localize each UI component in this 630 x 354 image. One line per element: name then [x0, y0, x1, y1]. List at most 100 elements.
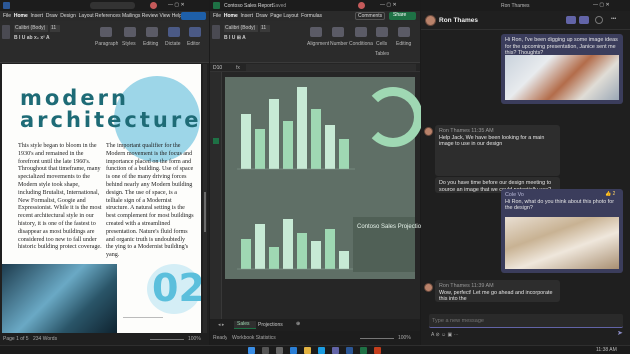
- document-page[interactable]: modern architecture This style began to …: [2, 64, 201, 333]
- chart-bar: [241, 114, 251, 169]
- styles-icon[interactable]: [124, 27, 136, 37]
- editor-icon[interactable]: [189, 27, 201, 37]
- ribbon-label-editor: Editor: [187, 41, 201, 47]
- window-controls[interactable]: — ▢ ✕: [593, 2, 610, 8]
- teams-icon[interactable]: [332, 347, 339, 354]
- profile-avatar[interactable]: [150, 2, 157, 9]
- excel-titlebar: Contoso Sales Report Saved — ▢ ✕: [210, 0, 420, 11]
- message-incoming-group[interactable]: Ron Thames 11:35 AM Help Jack, We have b…: [435, 125, 560, 176]
- font-size-select[interactable]: 11: [50, 25, 60, 32]
- editing-icon[interactable]: [398, 27, 410, 37]
- search-box[interactable]: [90, 2, 135, 9]
- selected-row-indicator: [213, 138, 219, 144]
- window-controls[interactable]: — ▢ ✕: [168, 2, 185, 8]
- widgets-icon[interactable]: [290, 347, 297, 354]
- clock: 11:38 AM: [596, 347, 617, 353]
- sheet-tab-sales[interactable]: Sales: [234, 321, 256, 329]
- chart-bar: [297, 87, 307, 169]
- ribbon-label-conditional: Conditional Formatting: [349, 41, 373, 47]
- spreadsheet-grid[interactable]: Contoso Sales Projections: [210, 72, 427, 319]
- screen: — ▢ ✕ File Home Insert Draw Design Layou…: [0, 0, 630, 354]
- more-options-icon[interactable]: •••: [611, 16, 616, 22]
- message-text: Hi Ron, I've been digging up some image …: [505, 37, 618, 57]
- search-icon[interactable]: [262, 347, 269, 354]
- chart-bar: [269, 247, 279, 269]
- compose-box[interactable]: [429, 314, 623, 328]
- send-icon[interactable]: ➤: [617, 331, 623, 337]
- heading-line-1: modern: [20, 86, 129, 110]
- paragraph-icon[interactable]: [100, 27, 112, 37]
- paste-icon[interactable]: [212, 25, 220, 39]
- conditional-formatting-icon[interactable]: [355, 27, 367, 37]
- chart-bar: [269, 99, 279, 169]
- word-scroll-thumb[interactable]: [204, 192, 206, 232]
- cells-icon[interactable]: [376, 27, 388, 37]
- reaction-badge[interactable]: 👍 2: [605, 191, 615, 197]
- powerpoint-icon[interactable]: [374, 347, 381, 354]
- name-box[interactable]: D10: [213, 65, 222, 71]
- heading-line-2: architecture: [20, 108, 201, 132]
- start-icon[interactable]: [248, 347, 255, 354]
- contact-name: Ron Thames: [439, 17, 479, 24]
- status-ready: Ready: [213, 335, 228, 341]
- message-incoming-3[interactable]: Ron Thames 11:39 AM Wow, perfect! Let me…: [435, 280, 560, 302]
- tab-list[interactable]: File Home Insert Draw Page Layout Formul…: [213, 13, 322, 19]
- word-ribbon: Calibri (Body) 11 B I U ab x₂ x² A Parag…: [0, 21, 209, 63]
- font-name-select[interactable]: Calibri (Body): [14, 25, 48, 32]
- paste-icon[interactable]: [2, 25, 10, 39]
- zoom-level: 100%: [398, 335, 411, 341]
- formula-input[interactable]: [246, 64, 416, 71]
- video-call-icon[interactable]: [566, 16, 576, 24]
- comments-button[interactable]: Comments: [355, 12, 385, 20]
- compose-toolbar[interactable]: A ⊘ ☺ ▣ ⋯: [431, 332, 459, 338]
- zoom-slider[interactable]: [150, 339, 184, 340]
- file-explorer-icon[interactable]: [304, 347, 311, 354]
- excel-ribbon: Calibri (Body) 11 B I U ⊞ A Alignment Nu…: [210, 21, 420, 63]
- add-people-icon[interactable]: [595, 16, 603, 24]
- excel-icon[interactable]: [360, 347, 367, 354]
- font-size-select[interactable]: 11: [260, 25, 270, 32]
- share-button[interactable]: [181, 12, 206, 20]
- caption-lines: [123, 317, 163, 329]
- sheet-nav-arrows[interactable]: ◂ ▸: [218, 322, 224, 328]
- zoom-slider[interactable]: [360, 338, 394, 339]
- status-stats: Workbook Statistics: [232, 335, 276, 341]
- word-icon[interactable]: [346, 347, 353, 354]
- dashboard-chart-area[interactable]: Contoso Sales Projections: [225, 77, 427, 279]
- model-photo[interactable]: [505, 217, 619, 269]
- word-statusbar: Page 1 of 5 234 Words 100%: [0, 333, 209, 345]
- format-buttons[interactable]: B I U ⊞ A: [224, 35, 246, 41]
- chart-bar: [325, 229, 335, 269]
- word-scrollbar[interactable]: [203, 64, 207, 333]
- message-text: Hi Ron, what do you think about this pho…: [505, 198, 615, 212]
- compose-input[interactable]: [432, 316, 582, 325]
- audio-call-icon[interactable]: [579, 16, 589, 24]
- building-photo[interactable]: [505, 55, 619, 100]
- fx-icon[interactable]: fx: [236, 65, 240, 71]
- message-outgoing-2[interactable]: Cole Vo Hi Ron, what do you think about …: [501, 189, 623, 273]
- sheet-tab-projections[interactable]: Projections: [258, 322, 283, 328]
- message-outgoing-1[interactable]: Hi Ron, I've been digging up some image …: [501, 34, 623, 104]
- format-buttons[interactable]: B I U ab x₂ x² A: [14, 35, 50, 41]
- word-window: — ▢ ✕ File Home Insert Draw Design Layou…: [0, 0, 209, 345]
- status-page: Page 1 of 5: [3, 336, 29, 342]
- font-name-select[interactable]: Calibri (Body): [224, 25, 258, 32]
- editing-icon[interactable]: [146, 27, 158, 37]
- ribbon-label-cells: Cells: [376, 41, 388, 47]
- alignment-icon[interactable]: [310, 27, 322, 37]
- share-button[interactable]: Share: [389, 12, 416, 20]
- number-icon[interactable]: [332, 27, 344, 37]
- message-meta: Cole Vo: [505, 192, 524, 198]
- body-column-2: The important qualifier for the Modern m…: [106, 143, 194, 259]
- window-controls[interactable]: — ▢ ✕: [380, 2, 397, 8]
- task-view-icon[interactable]: [276, 347, 283, 354]
- edge-icon[interactable]: [318, 347, 325, 354]
- excel-ribbon-tabs: File Home Insert Draw Page Layout Formul…: [210, 11, 420, 21]
- tab-list[interactable]: File Home Insert Draw Design Layout Refe…: [3, 13, 182, 19]
- profile-avatar[interactable]: [358, 2, 365, 9]
- taskbar: 11:38 AM: [0, 345, 630, 354]
- sender-avatar: [424, 127, 433, 136]
- add-sheet-icon[interactable]: ⊕: [296, 321, 300, 327]
- contact-avatar[interactable]: [425, 15, 436, 26]
- dictate-icon[interactable]: [168, 27, 180, 37]
